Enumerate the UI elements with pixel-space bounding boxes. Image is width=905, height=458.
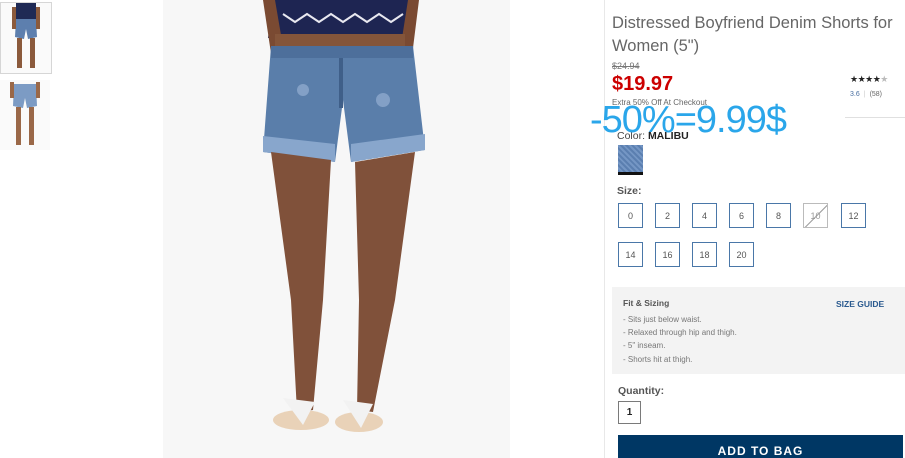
size-option[interactable]: 8	[766, 203, 791, 228]
size-option[interactable]: 6	[729, 203, 754, 228]
fit-details-list: - Sits just below waist. - Relaxed throu…	[623, 313, 737, 366]
size-option-unavailable[interactable]: 10	[803, 203, 828, 228]
fit-sizing-title: Fit & Sizing	[623, 298, 670, 308]
rating-summary[interactable]: 3.6 | (58)	[850, 91, 882, 98]
product-page: Distressed Boyfriend Denim Shorts for Wo…	[0, 0, 905, 458]
product-title: Distressed Boyfriend Denim Shorts for Wo…	[612, 14, 893, 55]
size-option[interactable]: 0	[618, 203, 643, 228]
fit-detail-item: - Relaxed through hip and thigh.	[623, 328, 737, 338]
size-option[interactable]: 2	[655, 203, 680, 228]
product-info: Distressed Boyfriend Denim Shorts for Wo…	[590, 0, 905, 458]
rating-value: 3.6	[850, 91, 860, 98]
thumbnail-front[interactable]	[0, 2, 52, 74]
add-to-bag-button[interactable]: ADD TO BAG	[618, 435, 903, 458]
quantity-label: Quantity:	[618, 385, 665, 397]
sale-price: $19.97	[612, 73, 674, 95]
thumbnail-back[interactable]	[0, 80, 52, 152]
size-option[interactable]: 4	[692, 203, 717, 228]
quantity-input[interactable]: 1	[618, 401, 641, 424]
fit-detail-item: - 5" inseam.	[623, 341, 666, 351]
discount-overlay-text: -50%=9.99$	[590, 99, 787, 141]
star-empty-icon: ★	[880, 74, 888, 84]
size-label: Size:	[617, 185, 642, 197]
size-option[interactable]: 18	[692, 242, 717, 267]
rating-divider	[845, 117, 905, 118]
size-option[interactable]: 16	[655, 242, 680, 267]
size-option[interactable]: 20	[729, 242, 754, 267]
size-option[interactable]: 12	[841, 203, 866, 228]
size-option[interactable]: 14	[618, 242, 643, 267]
original-price: $24.94	[612, 61, 640, 71]
thumbnail-front-image	[1, 3, 51, 73]
star-rating[interactable]: ★★★★★	[850, 74, 888, 85]
thumbnail-back-image	[0, 80, 50, 150]
review-count: (58)	[869, 91, 883, 98]
main-product-image	[163, 0, 510, 458]
color-swatch-malibu[interactable]	[618, 145, 643, 175]
model-photo	[163, 0, 510, 458]
star-filled-icons: ★★★★	[850, 74, 881, 84]
fit-sizing-panel: Fit & Sizing SIZE GUIDE - Sits just belo…	[612, 287, 905, 374]
fit-detail-item: - Shorts hit at thigh.	[623, 354, 693, 364]
column-divider	[604, 0, 605, 458]
fit-detail-item: - Sits just below waist.	[623, 315, 702, 324]
rating-separator: |	[863, 91, 866, 98]
size-guide-link[interactable]: SIZE GUIDE	[836, 299, 884, 309]
